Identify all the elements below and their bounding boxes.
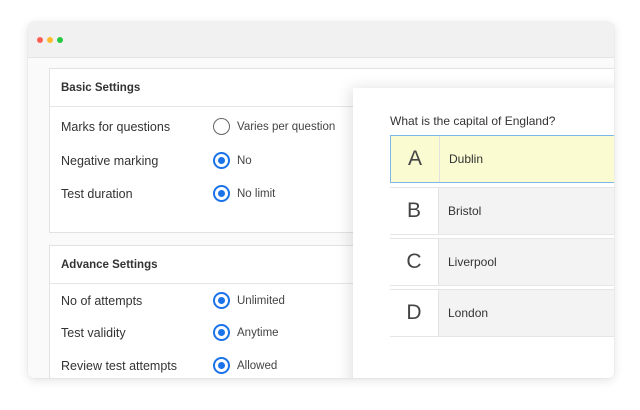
app-window: Basic Settings Marks for questions Varie… — [28, 22, 614, 378]
setting-label: Negative marking — [61, 154, 159, 168]
close-window-button[interactable] — [37, 37, 43, 43]
setting-value: Varies per question — [237, 121, 336, 133]
minimize-window-button[interactable] — [47, 37, 53, 43]
radio-button[interactable] — [213, 185, 230, 202]
setting-value: No limit — [237, 188, 276, 200]
answer-option-a[interactable]: A Dublin — [390, 135, 614, 183]
setting-label: Test validity — [61, 326, 126, 340]
question-text: What is the capital of England? — [390, 114, 556, 128]
option-letter: B — [390, 188, 439, 234]
option-text: Bristol — [448, 204, 482, 218]
radio-button[interactable] — [213, 118, 230, 135]
setting-value: Unlimited — [237, 295, 285, 307]
radio-button[interactable] — [213, 292, 230, 309]
option-text: London — [448, 306, 489, 320]
answer-option-b[interactable]: B Bristol — [390, 187, 614, 235]
radio-button[interactable] — [213, 357, 230, 374]
maximize-window-button[interactable] — [57, 37, 63, 43]
option-letter: A — [391, 136, 440, 182]
quiz-card: What is the capital of England? A Dublin… — [353, 88, 614, 378]
content-area: Basic Settings Marks for questions Varie… — [28, 58, 614, 378]
setting-value: Anytime — [237, 327, 279, 339]
setting-label: No of attempts — [61, 294, 143, 308]
radio-button[interactable] — [213, 324, 230, 341]
option-letter: D — [390, 290, 439, 336]
option-letter: C — [390, 239, 439, 285]
setting-value: No — [237, 155, 252, 167]
title-bar — [28, 22, 614, 58]
answer-option-c[interactable]: C Liverpool — [390, 238, 614, 286]
option-text: Liverpool — [448, 255, 497, 269]
option-text: Dublin — [449, 152, 484, 166]
setting-label: Marks for questions — [61, 120, 171, 134]
setting-value: Allowed — [237, 360, 278, 372]
answer-option-d[interactable]: D London — [390, 289, 614, 337]
setting-label: Review test attempts — [61, 359, 178, 373]
setting-label: Test duration — [61, 187, 133, 201]
radio-button[interactable] — [213, 152, 230, 169]
